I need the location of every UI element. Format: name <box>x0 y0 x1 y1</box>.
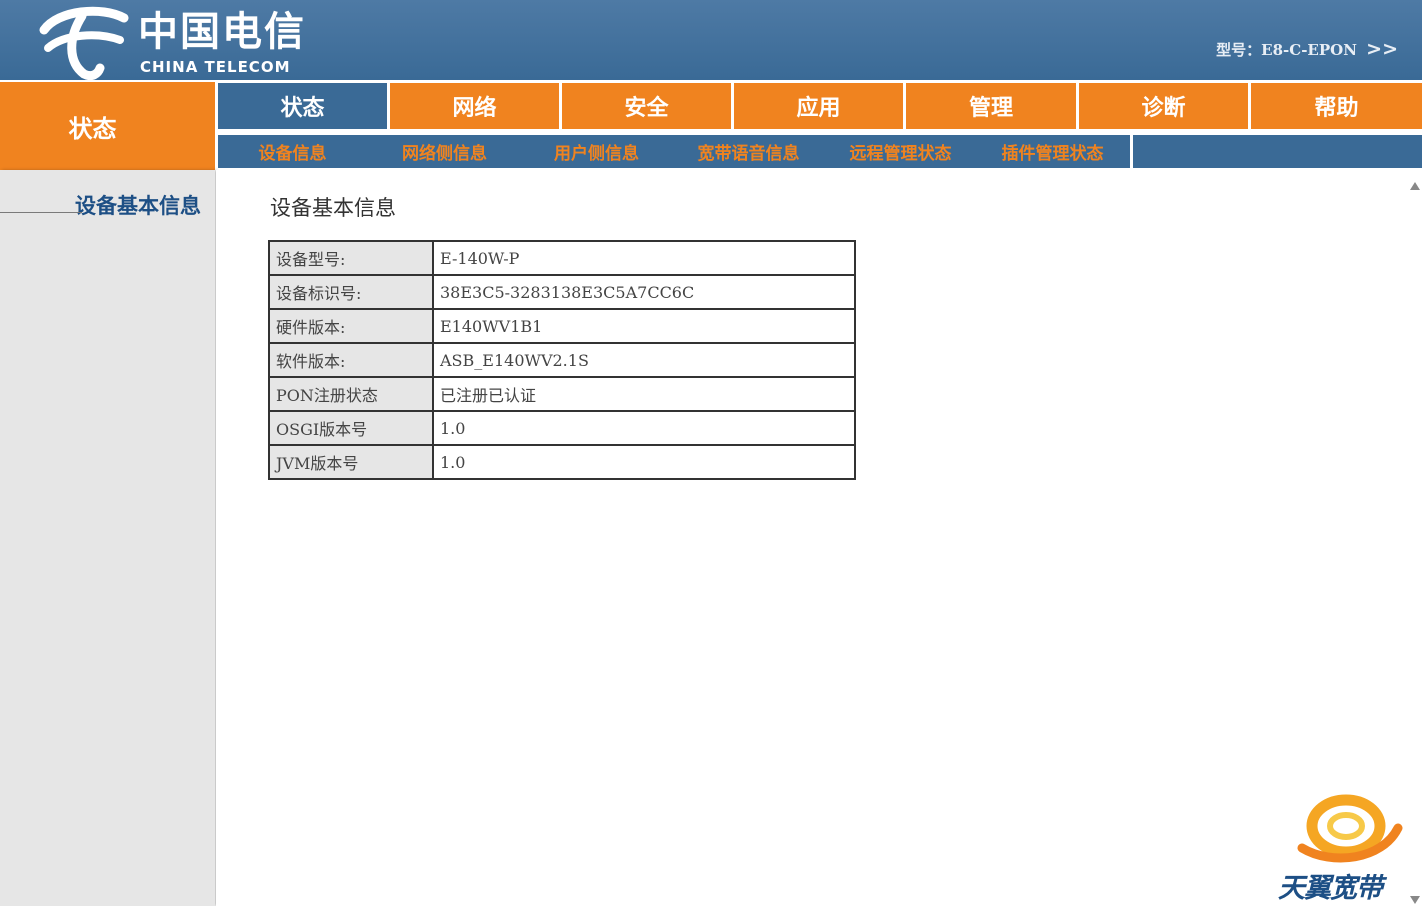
row-label: 软件版本: <box>268 342 434 378</box>
tab-security[interactable]: 安全 <box>562 83 731 129</box>
row-value: 1.0 <box>432 410 856 446</box>
logo-english-text: CHINA TELECOM <box>140 58 291 76</box>
row-label: PON注册状态 <box>268 376 434 412</box>
tab-application[interactable]: 应用 <box>734 83 903 129</box>
table-row: 设备型号: E-140W-P <box>268 240 856 276</box>
subtab-network-side-info[interactable]: 网络侧信息 <box>370 135 519 168</box>
sidebar-divider <box>0 212 82 213</box>
tab-network[interactable]: 网络 <box>390 83 559 129</box>
subtab-device-info[interactable]: 设备信息 <box>218 135 367 168</box>
brand-logo: 天翼宽带 <box>1272 786 1412 904</box>
tianyi-broadband-logo-icon <box>1297 794 1403 863</box>
china-telecom-logo-icon <box>39 6 129 80</box>
page-title: 设备基本信息 <box>270 196 396 220</box>
sidebar: 设备基本信息 <box>0 170 215 906</box>
row-value: 已注册已认证 <box>432 376 856 412</box>
model-arrows-link[interactable]: >> <box>1366 38 1398 60</box>
row-label: OSGI版本号 <box>268 410 434 446</box>
table-row: 软件版本: ASB_E140WV2.1S <box>268 342 856 378</box>
row-label: JVM版本号 <box>268 444 434 480</box>
tab-status[interactable]: 状态 <box>218 83 387 129</box>
model-text: 型号：E8-C-EPON <box>1216 41 1357 59</box>
row-label: 设备型号: <box>268 240 434 276</box>
row-label: 硬件版本: <box>268 308 434 344</box>
subtab-plugin-mgmt-status[interactable]: 插件管理状态 <box>978 135 1127 168</box>
subtab-remote-mgmt-status[interactable]: 远程管理状态 <box>826 135 975 168</box>
device-info-table: 设备型号: E-140W-P 设备标识号: 38E3C5-3283138E3C5… <box>268 240 856 480</box>
logo-chinese-text: 中国电信 <box>138 8 306 55</box>
scroll-up-arrow-icon[interactable] <box>1410 182 1420 190</box>
table-row: 硬件版本: E140WV1B1 <box>268 308 856 344</box>
main-content: 设备基本信息 设备型号: E-140W-P 设备标识号: 38E3C5-3283… <box>216 170 1406 906</box>
tab-help[interactable]: 帮助 <box>1251 83 1422 129</box>
row-value: E-140W-P <box>432 240 856 276</box>
row-value: E140WV1B1 <box>432 308 856 344</box>
sidebar-item-device-basic-info[interactable]: 设备基本信息 <box>75 190 201 220</box>
brand-text: 天翼宽带 <box>1278 873 1383 904</box>
table-row: PON注册状态 已注册已认证 <box>268 376 856 412</box>
row-value: 38E3C5-3283138E3C5A7CC6C <box>432 274 856 310</box>
table-row: JVM版本号 1.0 <box>268 444 856 480</box>
subtab-user-side-info[interactable]: 用户侧信息 <box>522 135 671 168</box>
sidebar-section-title: 状态 <box>0 82 215 170</box>
sub-nav: 设备信息 网络侧信息 用户侧信息 宽带语音信息 远程管理状态 插件管理状态 <box>218 135 1422 168</box>
subnav-separator <box>1130 135 1133 168</box>
table-row: OSGI版本号 1.0 <box>268 410 856 446</box>
header-bar: 中国电信 CHINA TELECOM 型号：E8-C-EPON >> <box>0 0 1422 80</box>
subtab-voice-info[interactable]: 宽带语音信息 <box>674 135 823 168</box>
tab-management[interactable]: 管理 <box>906 83 1076 129</box>
row-label: 设备标识号: <box>268 274 434 310</box>
top-nav: 状态 网络 安全 应用 管理 诊断 帮助 <box>218 83 1422 129</box>
tab-diagnostics[interactable]: 诊断 <box>1079 83 1248 129</box>
row-value: 1.0 <box>432 444 856 480</box>
table-row: 设备标识号: 38E3C5-3283138E3C5A7CC6C <box>268 274 856 310</box>
row-value: ASB_E140WV2.1S <box>432 342 856 378</box>
model-info: 型号：E8-C-EPON >> <box>1216 38 1398 60</box>
